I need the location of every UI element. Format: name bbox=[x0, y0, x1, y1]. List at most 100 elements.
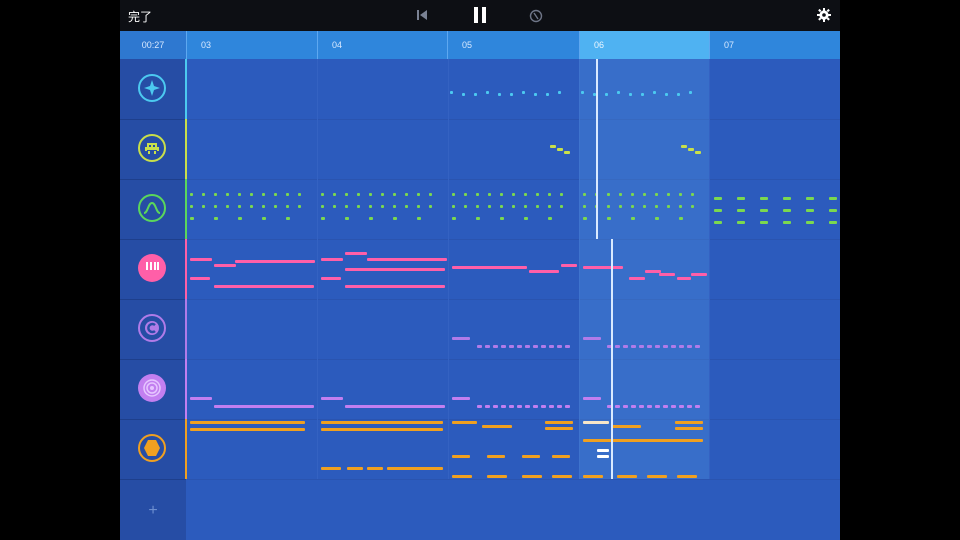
note[interactable] bbox=[464, 193, 467, 196]
note[interactable] bbox=[737, 209, 745, 212]
note[interactable] bbox=[190, 258, 212, 261]
note[interactable] bbox=[536, 205, 539, 208]
note[interactable] bbox=[369, 205, 372, 208]
note[interactable] bbox=[214, 193, 217, 196]
note[interactable] bbox=[517, 405, 522, 408]
track-c-logo[interactable] bbox=[120, 299, 186, 360]
note[interactable] bbox=[605, 93, 608, 96]
note[interactable] bbox=[510, 93, 513, 96]
note[interactable] bbox=[452, 421, 477, 424]
note[interactable] bbox=[274, 205, 277, 208]
note[interactable] bbox=[190, 217, 194, 220]
note[interactable] bbox=[190, 421, 305, 424]
lane[interactable] bbox=[187, 359, 840, 420]
note[interactable] bbox=[548, 217, 552, 220]
note[interactable] bbox=[226, 205, 229, 208]
note[interactable] bbox=[629, 277, 645, 280]
note[interactable] bbox=[393, 217, 397, 220]
note[interactable] bbox=[452, 205, 455, 208]
note[interactable] bbox=[583, 217, 587, 220]
note[interactable] bbox=[607, 205, 610, 208]
note[interactable] bbox=[369, 217, 373, 220]
note[interactable] bbox=[321, 421, 443, 424]
note[interactable] bbox=[333, 205, 336, 208]
note[interactable] bbox=[522, 91, 525, 94]
note[interactable] bbox=[487, 475, 507, 478]
note[interactable] bbox=[665, 93, 668, 96]
note[interactable] bbox=[583, 475, 603, 478]
note[interactable] bbox=[321, 467, 341, 470]
timeline-ruler[interactable]: 00:27 03 04 05 06 07 bbox=[120, 31, 840, 59]
note-grid[interactable] bbox=[187, 59, 840, 540]
note[interactable] bbox=[647, 345, 652, 348]
note[interactable] bbox=[714, 221, 722, 224]
note[interactable] bbox=[675, 427, 703, 430]
note[interactable] bbox=[238, 193, 241, 196]
skip-back-icon[interactable] bbox=[416, 9, 428, 21]
note[interactable] bbox=[450, 91, 453, 94]
note[interactable] bbox=[659, 273, 675, 276]
note[interactable] bbox=[190, 277, 210, 280]
note[interactable] bbox=[631, 217, 635, 220]
metronome-icon[interactable] bbox=[529, 9, 543, 23]
track-target[interactable] bbox=[120, 359, 186, 420]
note[interactable] bbox=[695, 405, 700, 408]
note[interactable] bbox=[493, 345, 498, 348]
bar-marker[interactable]: 07 bbox=[709, 31, 840, 59]
note[interactable] bbox=[558, 91, 561, 94]
note[interactable] bbox=[298, 193, 301, 196]
note[interactable] bbox=[476, 193, 479, 196]
note[interactable] bbox=[321, 277, 341, 280]
note[interactable] bbox=[695, 151, 701, 154]
note[interactable] bbox=[345, 268, 445, 271]
note[interactable] bbox=[617, 91, 620, 94]
note[interactable] bbox=[512, 193, 515, 196]
note[interactable] bbox=[677, 277, 691, 280]
note[interactable] bbox=[464, 205, 467, 208]
note[interactable] bbox=[695, 345, 700, 348]
note[interactable] bbox=[462, 93, 465, 96]
note[interactable] bbox=[345, 193, 348, 196]
note[interactable] bbox=[546, 93, 549, 96]
note[interactable] bbox=[631, 345, 636, 348]
note[interactable] bbox=[536, 193, 539, 196]
note[interactable] bbox=[631, 193, 634, 196]
note[interactable] bbox=[298, 205, 301, 208]
note[interactable] bbox=[760, 197, 768, 200]
note[interactable] bbox=[689, 91, 692, 94]
note[interactable] bbox=[688, 148, 694, 151]
note[interactable] bbox=[667, 205, 670, 208]
note[interactable] bbox=[509, 345, 514, 348]
note[interactable] bbox=[655, 345, 660, 348]
note[interactable] bbox=[190, 397, 212, 400]
note[interactable] bbox=[250, 205, 253, 208]
note[interactable] bbox=[617, 475, 637, 478]
note[interactable] bbox=[321, 428, 443, 431]
note[interactable] bbox=[369, 193, 372, 196]
note[interactable] bbox=[500, 217, 504, 220]
note[interactable] bbox=[623, 405, 628, 408]
note[interactable] bbox=[541, 405, 546, 408]
note[interactable] bbox=[583, 205, 586, 208]
note[interactable] bbox=[557, 148, 563, 151]
note[interactable] bbox=[417, 205, 420, 208]
note[interactable] bbox=[655, 405, 660, 408]
pause-icon[interactable] bbox=[472, 6, 488, 24]
note[interactable] bbox=[509, 405, 514, 408]
note[interactable] bbox=[238, 205, 241, 208]
note[interactable] bbox=[829, 197, 837, 200]
note[interactable] bbox=[653, 91, 656, 94]
note[interactable] bbox=[321, 193, 324, 196]
note[interactable] bbox=[611, 425, 641, 428]
note[interactable] bbox=[565, 345, 570, 348]
note[interactable] bbox=[663, 345, 668, 348]
note[interactable] bbox=[760, 209, 768, 212]
note[interactable] bbox=[393, 205, 396, 208]
note[interactable] bbox=[545, 427, 573, 430]
note[interactable] bbox=[631, 405, 636, 408]
note[interactable] bbox=[533, 405, 538, 408]
note[interactable] bbox=[806, 197, 814, 200]
note[interactable] bbox=[560, 205, 563, 208]
note[interactable] bbox=[429, 205, 432, 208]
gear-icon[interactable] bbox=[817, 8, 831, 22]
